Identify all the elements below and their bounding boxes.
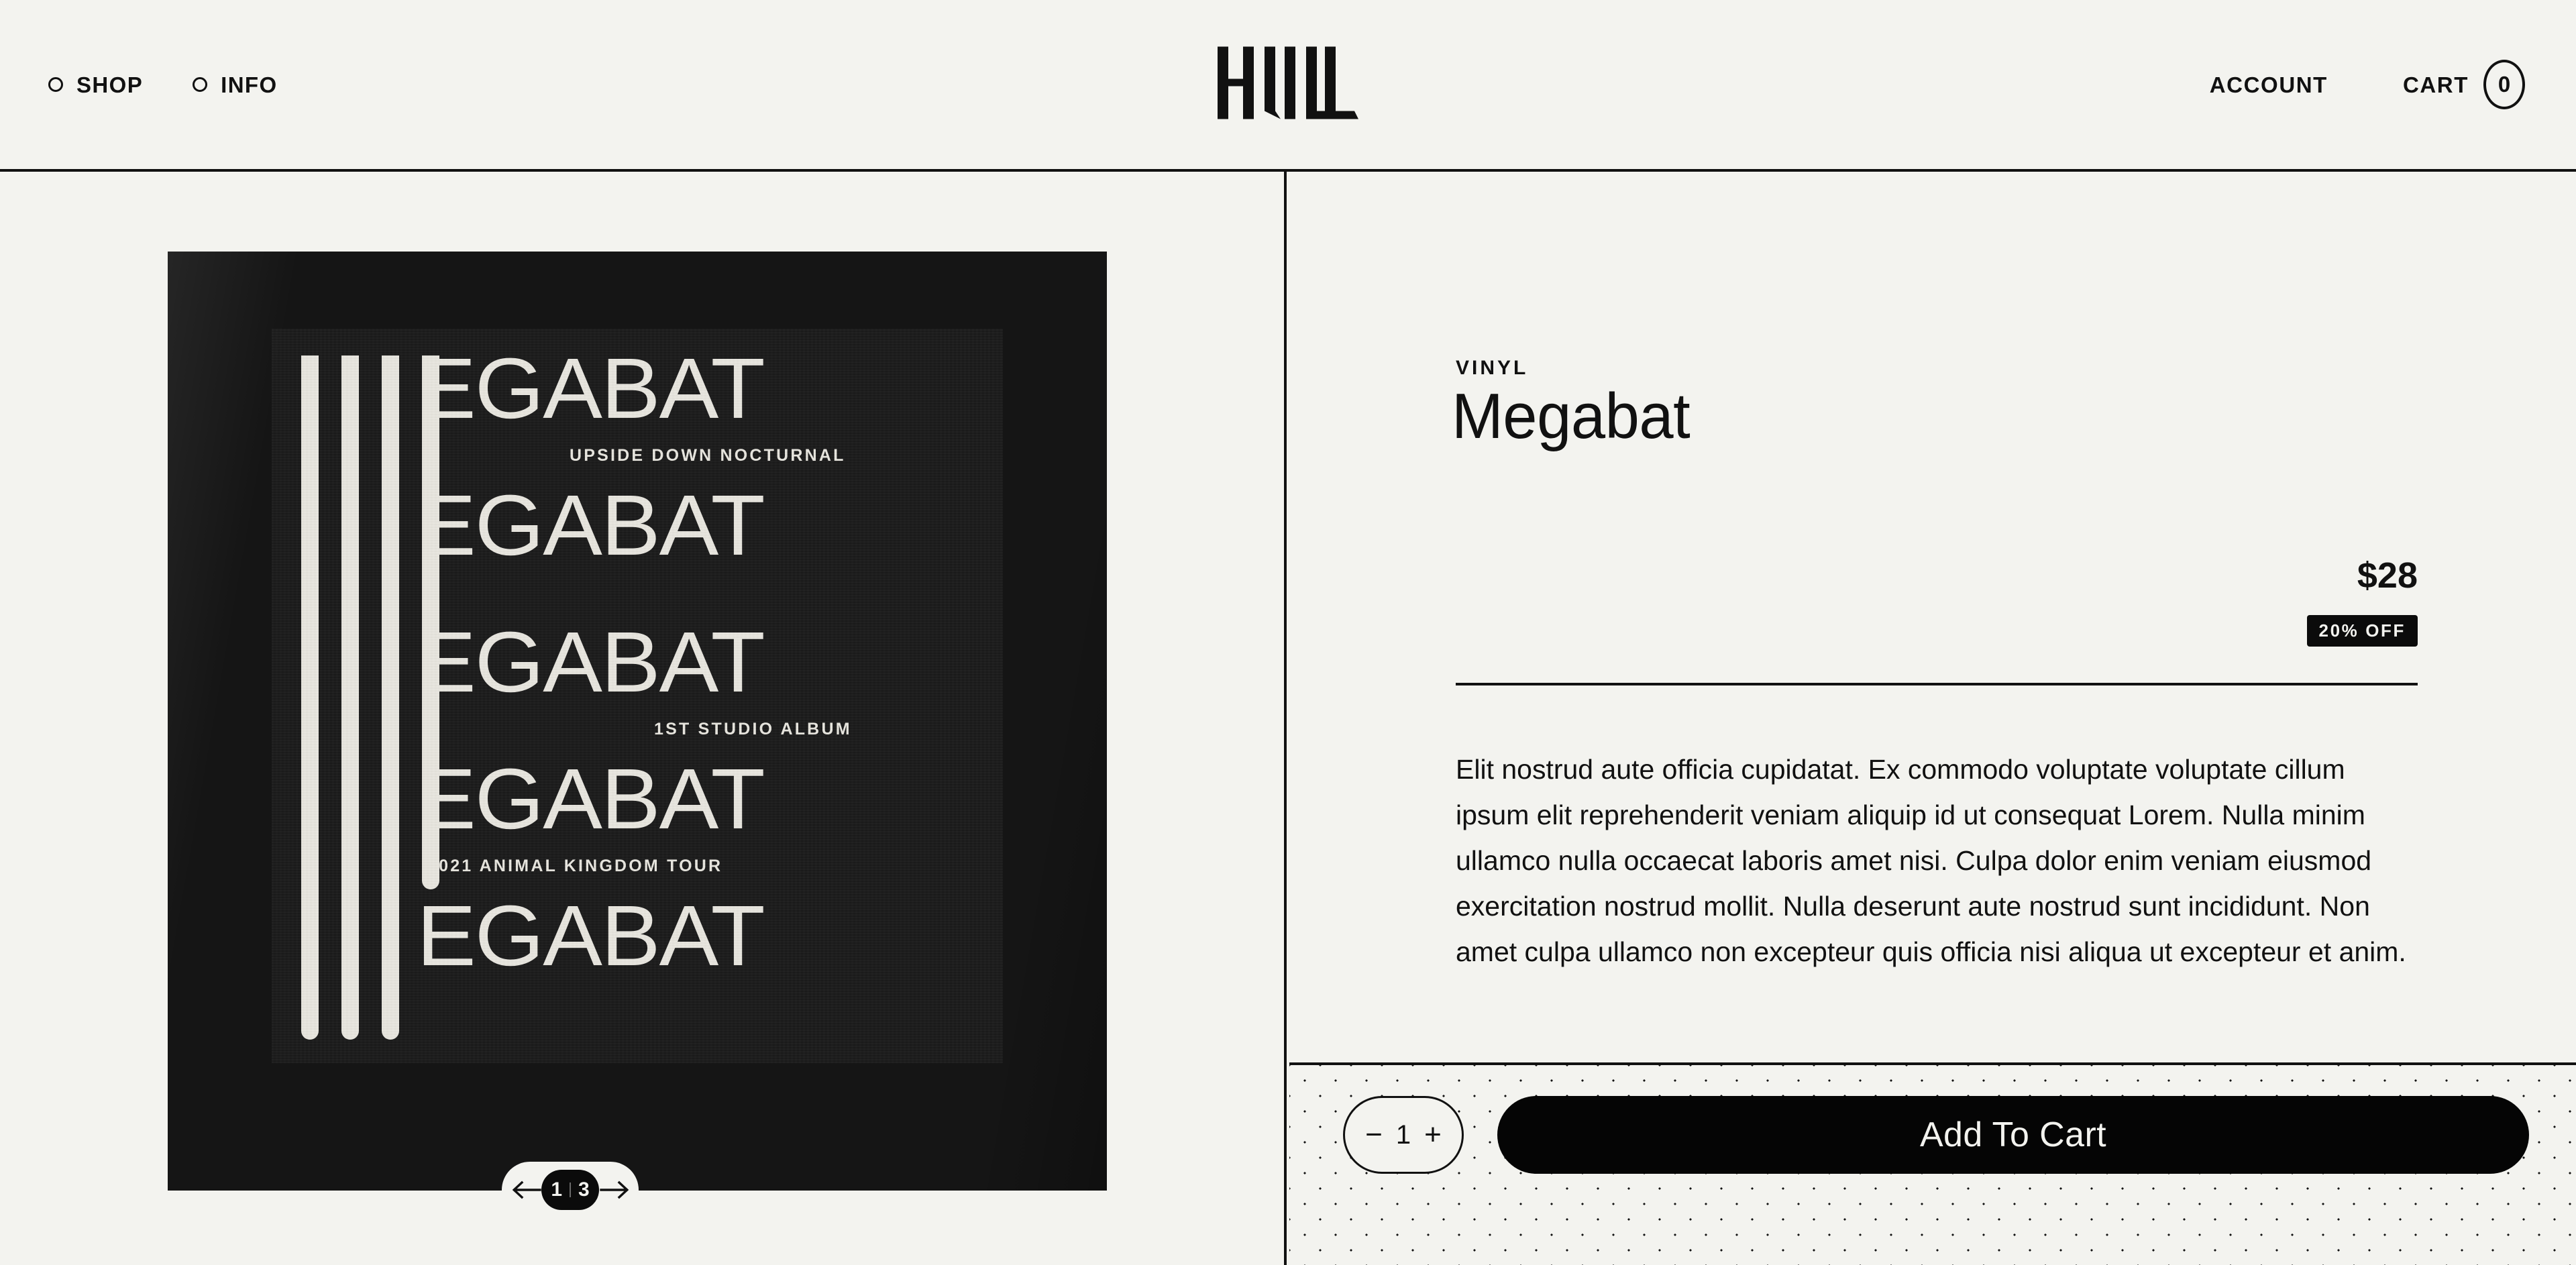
nav-item-shop[interactable]: SHOP [48, 74, 143, 96]
artwork-word-line: EGABAT [417, 341, 765, 437]
circle-icon [48, 77, 63, 92]
artwork-word-line: EGABAT [417, 614, 765, 710]
artwork-caption-subtitle: UPSIDE DOWN NOCTURNAL [570, 446, 846, 465]
gallery-page-total: 3 [578, 1178, 590, 1201]
increment-quantity-button[interactable]: + [1421, 1120, 1444, 1150]
product-title: Megabat [1452, 380, 1690, 452]
gallery-page-separator [570, 1182, 571, 1197]
cart-label: CART [2402, 72, 2469, 97]
site-header: SHOP INFO ACCOUNT CART 0 [0, 0, 2576, 172]
gallery-page-indicator: 1 3 [541, 1170, 599, 1210]
primary-nav: SHOP INFO [48, 0, 278, 169]
artwork-caption-tour: 2021 ANIMAL KINGDOM TOUR [427, 857, 723, 875]
discount-badge: 20% OFF [2306, 615, 2418, 647]
divider [1456, 683, 2418, 685]
artwork-word-line: EGABAT [417, 888, 765, 984]
nav-item-info-label: INFO [221, 72, 278, 97]
nav-item-shop-label: SHOP [76, 72, 144, 97]
artwork-word-line: EGABAT [417, 751, 765, 847]
artwork-word-line: EGABAT [417, 478, 765, 573]
arrow-right-icon[interactable] [599, 1174, 629, 1206]
product-gallery: EGABAT EGABAT EGABAT EGABAT EGABAT UPSID… [0, 172, 1287, 1265]
product-price: $28 [2357, 555, 2418, 596]
nav-item-info[interactable]: INFO [193, 74, 277, 96]
cart-count-badge: 0 [2483, 60, 2525, 109]
album-artwork-inner: EGABAT EGABAT EGABAT EGABAT EGABAT UPSID… [272, 329, 1003, 1063]
gallery-pagination: 1 3 [502, 1162, 639, 1218]
product-category: VINYL [1456, 357, 1529, 379]
account-link[interactable]: ACCOUNT [2210, 74, 2328, 96]
gallery-page-current: 1 [551, 1178, 562, 1201]
product-description: Elit nostrud aute officia cupidatat. Ex … [1456, 754, 2406, 968]
album-artwork[interactable]: EGABAT EGABAT EGABAT EGABAT EGABAT UPSID… [168, 252, 1107, 1191]
circle-icon [193, 77, 208, 92]
site-logo[interactable] [1218, 46, 1358, 123]
quantity-value: 1 [1395, 1120, 1411, 1150]
cart-button[interactable]: CART 0 [2403, 60, 2525, 109]
artwork-caption-album: 1ST STUDIO ALBUM [654, 720, 852, 738]
decrement-quantity-button[interactable]: − [1362, 1120, 1385, 1150]
artwork-wordmark-stack: EGABAT EGABAT EGABAT EGABAT EGABAT UPSID… [272, 329, 1003, 1063]
arrow-left-icon[interactable] [511, 1174, 541, 1206]
utility-nav: ACCOUNT CART 0 [2210, 0, 2525, 169]
add-to-cart-button[interactable]: Add To Cart [1497, 1096, 2529, 1174]
purchase-action-bar: − 1 + Add To Cart [1289, 1062, 2576, 1265]
product-page: SHOP INFO ACCOUNT CART 0 EGABAT EGABAT E… [0, 0, 2576, 1265]
quantity-stepper: − 1 + [1343, 1096, 1464, 1174]
